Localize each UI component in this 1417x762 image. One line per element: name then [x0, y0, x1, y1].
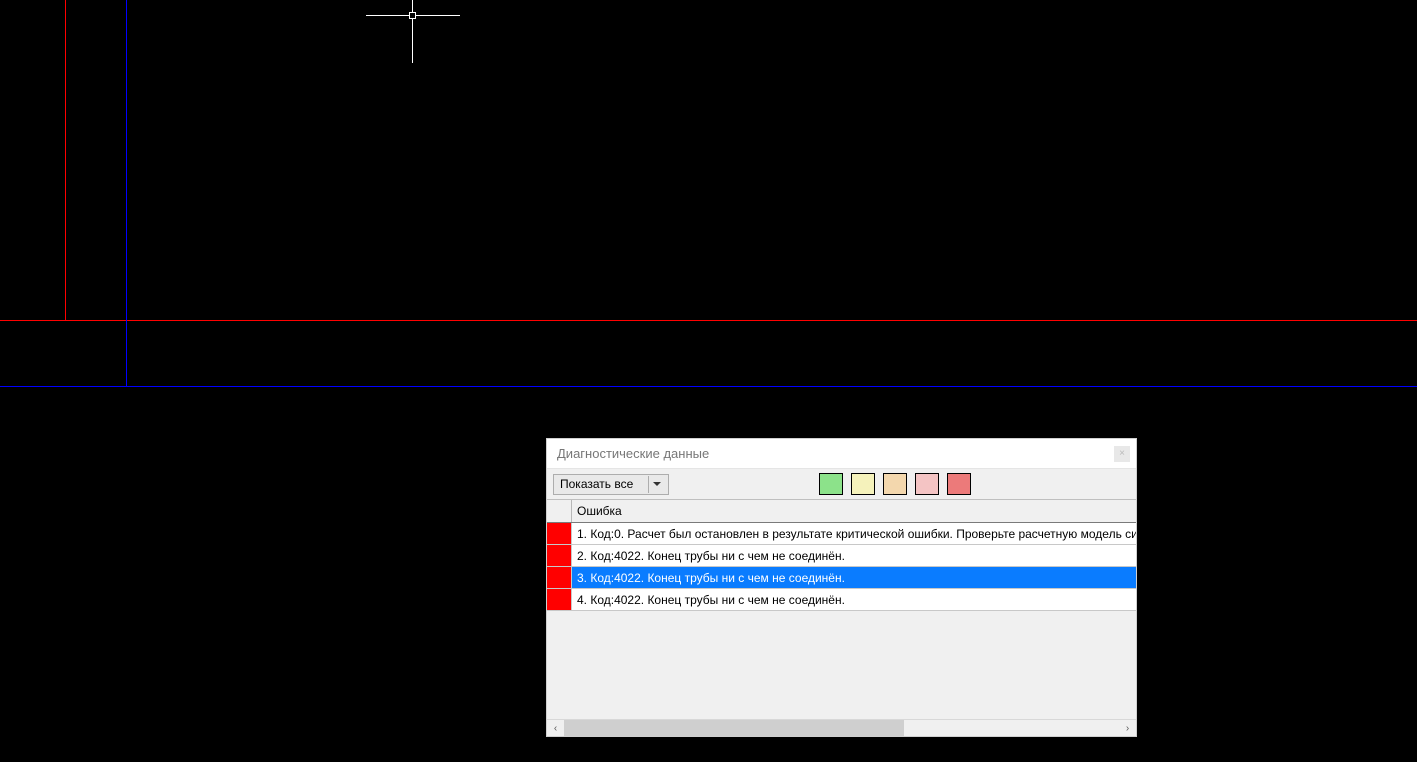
chevron-down-icon: [648, 476, 665, 493]
blue-line-horizontal: [0, 386, 1417, 387]
blue-line-vertical: [126, 0, 127, 386]
scroll-thumb[interactable]: [564, 720, 904, 736]
horizontal-scrollbar[interactable]: ‹ ›: [547, 719, 1136, 736]
error-indicator: [547, 567, 572, 588]
table-row[interactable]: 4. Код:4022. Конец трубы ни с чем не сое…: [547, 589, 1136, 611]
severity-swatch-group: [819, 473, 971, 495]
close-icon[interactable]: ×: [1114, 446, 1130, 462]
severity-swatch-5[interactable]: [947, 473, 971, 495]
diagnostics-panel: Диагностические данные × Показать все Ош…: [546, 438, 1137, 737]
table-row[interactable]: 3. Код:4022. Конец трубы ни с чем не сое…: [547, 567, 1136, 589]
error-message: 2. Код:4022. Конец трубы ни с чем не сое…: [572, 545, 1136, 566]
scroll-left-button[interactable]: ‹: [547, 720, 564, 737]
severity-swatch-2[interactable]: [851, 473, 875, 495]
error-message: 4. Код:4022. Конец трубы ни с чем не сое…: [572, 589, 1136, 610]
filter-selected-label: Показать все: [560, 477, 633, 491]
severity-swatch-1[interactable]: [819, 473, 843, 495]
error-indicator: [547, 523, 572, 544]
grid-header-error[interactable]: Ошибка: [572, 500, 1136, 522]
error-indicator: [547, 589, 572, 610]
scroll-right-button[interactable]: ›: [1119, 720, 1136, 737]
filter-dropdown[interactable]: Показать все: [553, 474, 669, 495]
table-row[interactable]: 2. Код:4022. Конец трубы ни с чем не сое…: [547, 545, 1136, 567]
grid-header-indicator[interactable]: [547, 500, 572, 522]
red-line-vertical: [65, 0, 66, 320]
error-indicator: [547, 545, 572, 566]
grid-header-row: Ошибка: [547, 500, 1136, 523]
error-grid: Ошибка 1. Код:0. Расчет был остановлен в…: [547, 500, 1136, 736]
error-message: 1. Код:0. Расчет был остановлен в резуль…: [572, 523, 1136, 544]
error-message: 3. Код:4022. Конец трубы ни с чем не сое…: [572, 567, 1136, 588]
severity-swatch-4[interactable]: [915, 473, 939, 495]
panel-title: Диагностические данные: [557, 446, 709, 461]
panel-toolbar: Показать все: [547, 469, 1136, 500]
red-line-horizontal: [0, 320, 1417, 321]
panel-titlebar[interactable]: Диагностические данные ×: [547, 439, 1136, 469]
grid-body: 1. Код:0. Расчет был остановлен в резуль…: [547, 523, 1136, 719]
table-row[interactable]: 1. Код:0. Расчет был остановлен в резуль…: [547, 523, 1136, 545]
severity-swatch-3[interactable]: [883, 473, 907, 495]
scroll-track[interactable]: [564, 720, 1119, 736]
